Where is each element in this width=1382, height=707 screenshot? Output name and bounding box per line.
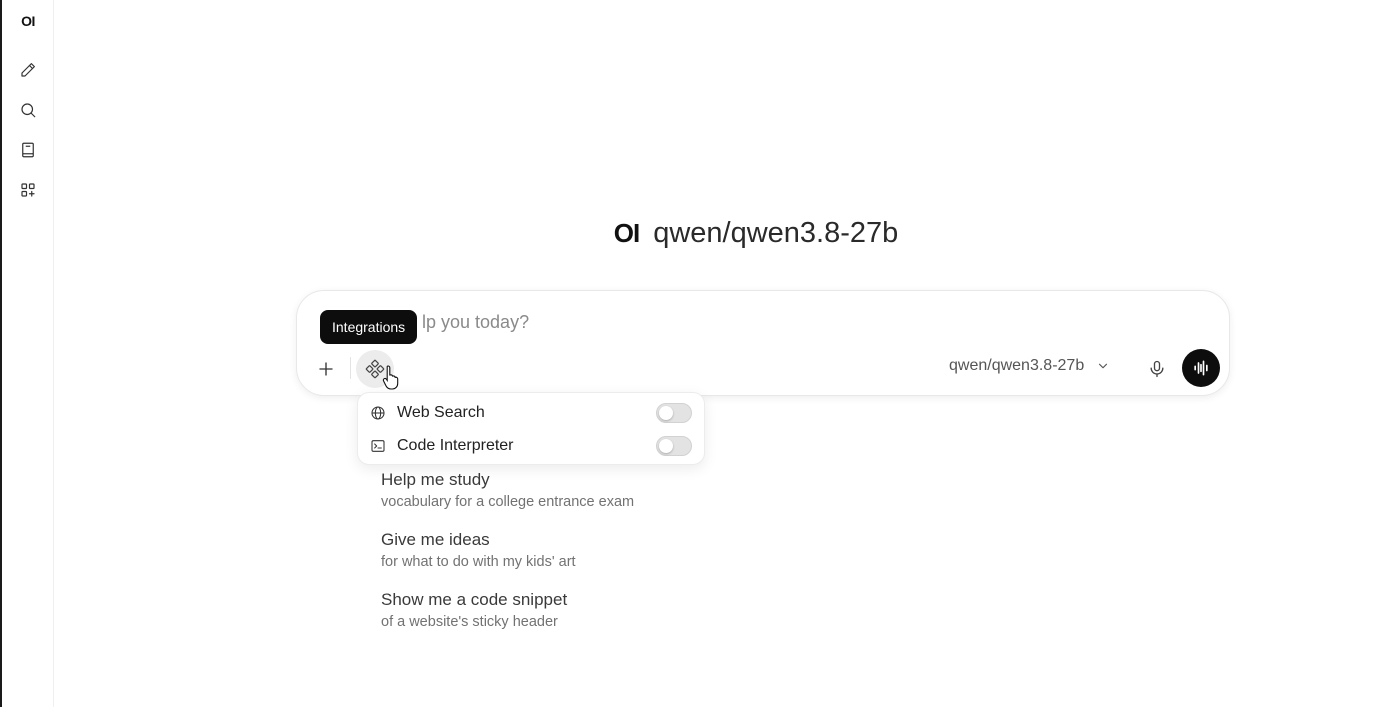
new-chat-button[interactable] <box>14 56 42 84</box>
model-selector[interactable]: qwen/qwen3.8-27b <box>949 357 1110 375</box>
microphone-icon <box>1150 360 1164 378</box>
sidebar: OI <box>2 0 54 707</box>
suggestion-title: Help me study <box>381 470 490 489</box>
composer-divider <box>350 357 351 379</box>
suggestion-title: Give me ideas <box>381 530 490 549</box>
chevron-down-icon <box>1099 363 1108 369</box>
voice-mode-button[interactable] <box>1182 349 1220 387</box>
menu-item-code-interpreter[interactable]: Code Interpreter <box>358 429 706 463</box>
suggestion-item[interactable]: Help me study vocabulary for a college e… <box>381 469 881 529</box>
suggestion-subtitle: for what to do with my kids' art <box>381 554 576 570</box>
waveform-icon <box>1194 360 1208 376</box>
model-header: OI qwen/qwen3.8-27b <box>0 213 1382 253</box>
suggestion-title: Show me a code snippet <box>381 590 568 609</box>
globe-icon <box>371 406 385 420</box>
chat-composer: lp you today? qwen/qwen3.8-27b <box>296 290 1230 396</box>
search-icon <box>21 103 36 118</box>
suggestion-item[interactable]: Show me a code snippet of a website's st… <box>381 589 881 649</box>
notebook-icon <box>22 142 34 158</box>
microphone-button[interactable] <box>1142 354 1172 384</box>
menu-item-web-search[interactable]: Web Search <box>358 396 706 430</box>
add-attachment-button[interactable] <box>311 354 341 384</box>
suggestion-subtitle: vocabulary for a college entrance exam <box>381 494 635 510</box>
suggestion-subtitle: of a website's sticky header <box>381 614 558 630</box>
model-selector-label: qwen/qwen3.8-27b <box>949 357 1085 374</box>
suggestion-item[interactable]: Give me ideas for what to do with my kid… <box>381 529 881 589</box>
search-button[interactable] <box>14 96 42 124</box>
notes-button[interactable] <box>14 136 42 164</box>
apps-plus-icon <box>21 183 35 197</box>
workspace-button[interactable] <box>14 176 42 204</box>
plus-icon <box>319 362 333 376</box>
mouse-pointer-icon <box>382 365 399 390</box>
web-search-toggle[interactable] <box>656 403 692 423</box>
code-interpreter-label: Code Interpreter <box>397 437 514 454</box>
integrations-tooltip: Integrations <box>320 310 418 344</box>
model-logo: OI <box>613 217 640 248</box>
terminal-icon <box>371 440 385 452</box>
sidebar-logo[interactable]: OI <box>2 13 54 29</box>
web-search-label: Web Search <box>397 404 485 421</box>
integrations-menu: Web Search Code Interpreter <box>357 392 705 465</box>
model-title[interactable]: qwen/qwen3.8-27b <box>653 217 898 250</box>
code-interpreter-toggle[interactable] <box>656 436 692 456</box>
pencil-icon <box>21 63 35 77</box>
suggestions-list: Help me study vocabulary for a college e… <box>381 469 881 649</box>
